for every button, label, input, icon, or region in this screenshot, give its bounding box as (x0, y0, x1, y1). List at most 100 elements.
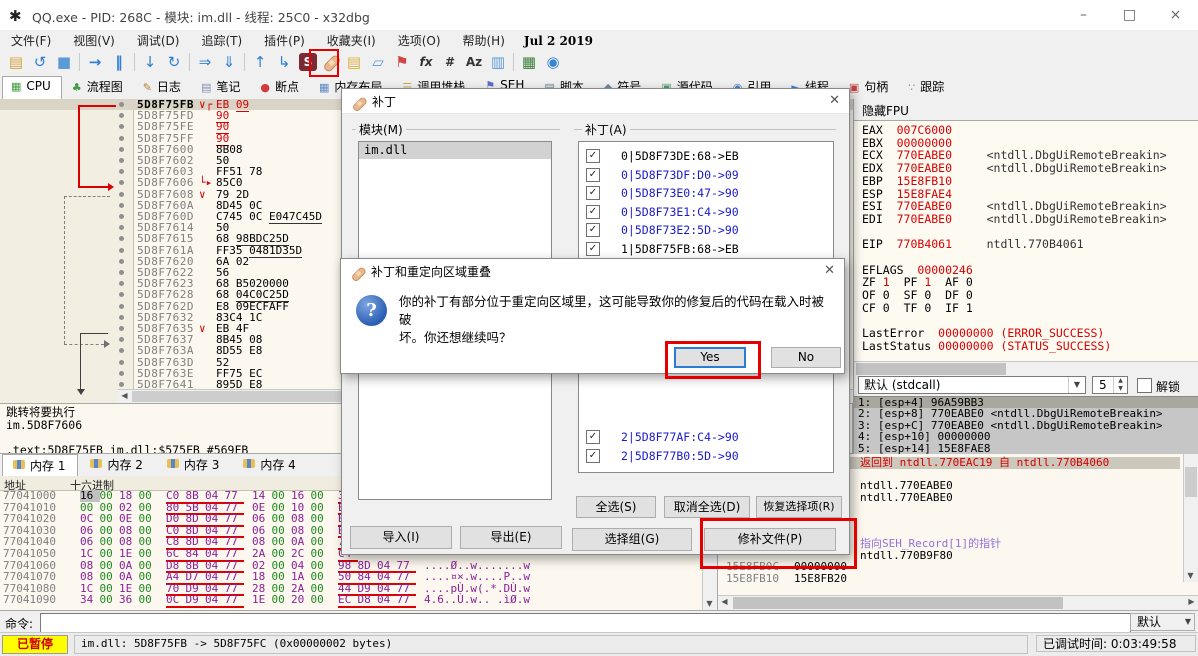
tab-笔记[interactable]: ▤笔记 (193, 76, 250, 97)
checked-checkbox[interactable]: ✓ (586, 223, 600, 237)
comments-icon[interactable]: ▤ (343, 51, 365, 73)
run-to-user-code-icon[interactable]: ↳ (273, 51, 295, 73)
breakpoint-dot-icon[interactable] (119, 348, 124, 353)
breakpoint-dot-icon[interactable] (119, 169, 124, 174)
stack-hscrollbar[interactable]: ◀ ▶ (718, 595, 1198, 610)
menu-item[interactable]: 视图(V) (62, 30, 126, 51)
breakpoint-dot-icon[interactable] (119, 124, 124, 129)
breakpoint-dot-icon[interactable] (119, 192, 124, 197)
close-button[interactable]: × (1153, 0, 1198, 30)
scroll-down-icon[interactable]: ▼ (703, 598, 716, 610)
hide-fpu-button[interactable]: 隐藏FPU (862, 102, 909, 119)
tab-断点[interactable]: ●断点 (252, 76, 309, 97)
breakpoint-dot-icon[interactable] (119, 113, 124, 118)
menu-item[interactable]: 帮助(H) (452, 30, 516, 51)
breakpoint-dot-icon[interactable] (119, 281, 124, 286)
tab-CPU[interactable]: ▦CPU (2, 76, 62, 100)
breakpoint-dot-icon[interactable] (119, 147, 124, 152)
spinner-arrows-icon[interactable]: ▲▼ (1113, 377, 1127, 393)
patch-list-item[interactable]: ✓0|5D8F73E1:C4->90 (579, 204, 833, 222)
strings-icon[interactable]: Az (463, 51, 485, 73)
menu-item[interactable]: 追踪(T) (190, 30, 253, 51)
step-out-icon[interactable]: ↑ (249, 51, 271, 73)
breakpoint-dot-icon[interactable] (119, 337, 124, 342)
register-line[interactable]: LastStatus 00000000 (STATUS_SUCCESS) (862, 340, 1111, 353)
no-button[interactable]: No (771, 347, 841, 368)
dump-tab[interactable]: 内存 3 (157, 454, 231, 474)
function-icon[interactable]: fx (415, 51, 437, 73)
restore-selection-button[interactable]: 恢复选择项(R) (756, 496, 842, 518)
stack-row[interactable]: 15E8FB1015E8FB20 (718, 573, 1180, 585)
step-over-icon[interactable]: ↻ (163, 51, 185, 73)
checked-checkbox[interactable]: ✓ (586, 186, 600, 200)
menu-item[interactable]: 调试(D) (126, 30, 191, 51)
breakpoint-dot-icon[interactable] (119, 136, 124, 141)
minimize-button[interactable]: – (1061, 0, 1106, 30)
export-button[interactable]: 导出(E) (460, 526, 562, 549)
register-line[interactable]: EIP 770B4061 ntdll.770B4061 (862, 238, 1084, 251)
breakpoint-dot-icon[interactable] (119, 315, 124, 320)
breakpoint-dot-icon[interactable] (119, 236, 124, 241)
globe-icon[interactable]: ◉ (542, 51, 564, 73)
attach-icon[interactable]: ▥ (487, 51, 509, 73)
scroll-right-icon[interactable]: ▶ (1185, 596, 1198, 608)
breakpoint-dot-icon[interactable] (119, 270, 124, 275)
calling-convention-select[interactable]: 默认 (stdcall) ▼ (858, 376, 1086, 394)
breakpoint-dot-icon[interactable] (119, 292, 124, 297)
trace-into-icon[interactable]: ⇒ (194, 51, 216, 73)
scroll-left-icon[interactable]: ◀ (718, 596, 731, 608)
confirm-dialog-titlebar[interactable]: 补丁和重定向区域重叠 ✕ (341, 259, 844, 284)
step-into-icon[interactable]: ↓ (139, 51, 161, 73)
dump-tab[interactable]: 内存 2 (80, 454, 154, 474)
stack-vscrollbar[interactable]: ▼ (1183, 454, 1198, 582)
patch-list-item[interactable]: ✓1|5D8F75FB:68->EB (579, 241, 833, 259)
dump-row[interactable]: 77041090340036000CD904771E002000ECD80477… (0, 594, 717, 606)
checked-checkbox[interactable]: ✓ (586, 430, 600, 444)
menu-item[interactable]: 插件(P) (253, 30, 316, 51)
breakpoint-dot-icon[interactable] (119, 304, 124, 309)
menu-item[interactable]: 选项(O) (387, 30, 452, 51)
chevron-down-icon[interactable]: ▼ (1068, 377, 1085, 393)
checked-checkbox[interactable]: ✓ (586, 449, 600, 463)
breakpoint-dot-icon[interactable] (119, 180, 124, 185)
labels-icon[interactable]: ▱ (367, 51, 389, 73)
run-icon[interactable]: → (84, 51, 106, 73)
close-icon[interactable]: ✕ (829, 93, 840, 108)
menu-item[interactable]: 文件(F) (0, 30, 62, 51)
patch-list-item[interactable]: ✓0|5D8F73DE:68->EB (579, 148, 833, 166)
menu-item[interactable]: 收藏夹(I) (316, 30, 387, 51)
hash-icon[interactable]: # (439, 51, 461, 73)
argument-row[interactable]: 5: [esp+14] 15E8FAE8 (854, 443, 1198, 454)
argument-row[interactable]: 4: [esp+10] 00000000 (854, 431, 1198, 442)
maximize-button[interactable]: □ (1107, 0, 1152, 30)
execute-till-return-icon[interactable]: ⇓ (218, 51, 240, 73)
tab-跟踪[interactable]: ∵跟踪 (900, 76, 954, 97)
command-input[interactable] (40, 613, 1131, 633)
breakpoint-dot-icon[interactable] (119, 214, 124, 219)
import-button[interactable]: 导入(I) (350, 526, 452, 549)
patch-list-item[interactable]: ✓2|5D8F77B0:5D->90 (579, 448, 833, 466)
breakpoint-dot-icon[interactable] (119, 382, 124, 387)
arg-count-stepper[interactable]: 5 ▲▼ (1092, 376, 1128, 394)
pick-groups-button[interactable]: 选择组(G) (572, 528, 692, 551)
breakpoint-dot-icon[interactable] (119, 102, 124, 107)
tab-日志[interactable]: ✎日志 (135, 76, 191, 97)
register-line[interactable]: CF 0 TF 0 IF 1 (862, 302, 973, 315)
breakpoint-dot-icon[interactable] (119, 203, 124, 208)
dump-tab[interactable]: 内存 4 (233, 454, 307, 474)
tab-流程图[interactable]: ♣流程图 (64, 76, 133, 97)
breakpoint-dot-icon[interactable] (119, 158, 124, 163)
restart-icon[interactable]: ↺ (29, 51, 51, 73)
patch-list-item[interactable]: ✓0|5D8F73E2:5D->90 (579, 222, 833, 240)
breakpoint-dot-icon[interactable] (119, 225, 124, 230)
command-profile-dropdown[interactable]: 默认 ▼ (1130, 613, 1195, 631)
breakpoint-dot-icon[interactable] (119, 248, 124, 253)
registers-pane[interactable]: 隐藏FPU EAX 007C6000EBX 00000000ECX 770EAB… (853, 99, 1198, 453)
module-list-item[interactable]: im.dll (359, 142, 551, 159)
arguments-view[interactable]: 1: [esp+4] 96A59BB32: [esp+8] 770EABE0 <… (854, 396, 1198, 454)
breakpoint-dot-icon[interactable] (119, 360, 124, 365)
patch-dialog-titlebar[interactable]: 补丁 ✕ (342, 89, 849, 114)
calculator-icon[interactable]: ▦ (518, 51, 540, 73)
patch-list-item[interactable]: ✓2|5D8F77AF:C4->90 (579, 429, 833, 447)
breakpoint-dot-icon[interactable] (119, 259, 124, 264)
